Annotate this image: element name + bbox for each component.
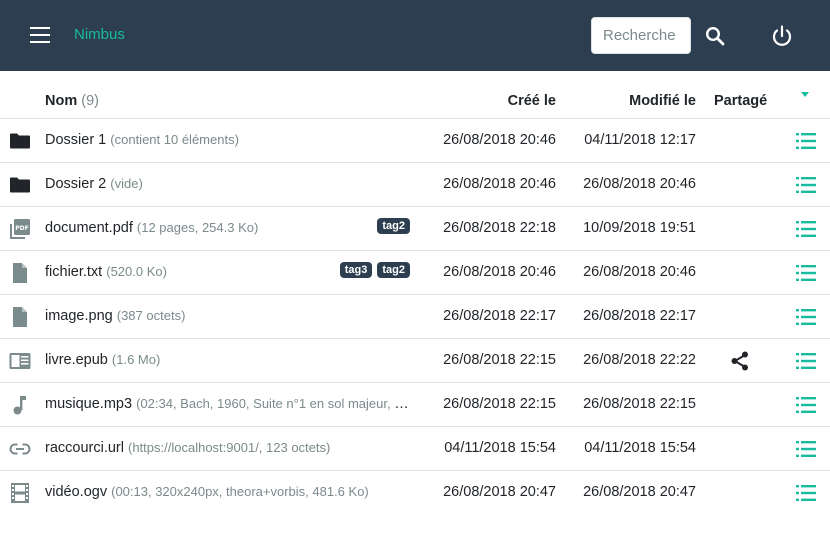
- created-date: 26/08/2018 20:46: [443, 132, 556, 148]
- file-meta: (https://localhost:9001/, 123 octets): [128, 440, 331, 455]
- table-row[interactable]: image.png (387 octets) 26/08/2018 22:17 26…: [0, 295, 830, 339]
- file-meta: (1.6 Mo): [111, 352, 161, 367]
- column-name-header[interactable]: Nom (9): [45, 93, 99, 109]
- file-meta: (520.0 Ko): [106, 264, 167, 279]
- tag-badge[interactable]: tag3: [339, 262, 373, 278]
- tag-badge[interactable]: tag2: [377, 218, 410, 234]
- app-title[interactable]: Nimbus: [74, 26, 125, 43]
- actions-list-icon[interactable]: [795, 219, 817, 239]
- file-name-cell: raccourci.url (https://localhost:9001/, …: [45, 440, 330, 456]
- link-icon: [9, 438, 31, 460]
- file-name-cell: image.png (387 octets): [45, 308, 185, 324]
- tag-list: tag2: [377, 218, 410, 234]
- file-link[interactable]: musique.mp3: [45, 396, 132, 412]
- video-film-icon: [9, 482, 31, 504]
- table-row[interactable]: raccourci.url (https://localhost:9001/, …: [0, 427, 830, 471]
- file-meta: (02:34, Bach, 1960, Suite n°1 en sol maj…: [136, 396, 413, 411]
- file-meta: (12 pages, 254.3 Ko): [136, 220, 259, 235]
- file-name-cell: Dossier 2 (vide): [45, 176, 143, 192]
- modified-date: 26/08/2018 20:46: [583, 264, 696, 280]
- file-name-cell: vidéo.ogv (00:13, 320x240px, theora+vorb…: [45, 484, 369, 500]
- modified-date: 26/08/2018 20:47: [583, 484, 696, 500]
- table-row[interactable]: PDF document.pdf (12 pages, 254.3 Ko) tag2…: [0, 207, 830, 251]
- modified-date: 26/08/2018 20:46: [583, 176, 696, 192]
- folder-icon: [9, 174, 31, 196]
- created-date: 04/11/2018 15:54: [444, 440, 556, 456]
- caret-down-icon[interactable]: [801, 92, 809, 97]
- file-table: Nom (9) Créé le Modifié le Partagé Dossi…: [0, 71, 830, 515]
- modified-date: 26/08/2018 22:22: [583, 352, 696, 368]
- svg-text:PDF: PDF: [15, 225, 28, 232]
- file-link[interactable]: raccourci.url: [45, 440, 124, 456]
- music-note-icon: [9, 394, 31, 416]
- book-icon: [9, 350, 31, 372]
- file-link[interactable]: image.png: [45, 308, 113, 324]
- actions-list-icon[interactable]: [795, 307, 817, 327]
- file-link[interactable]: livre.epub: [45, 352, 108, 368]
- created-date: 26/08/2018 20:46: [443, 264, 556, 280]
- table-row[interactable]: Dossier 2 (vide) 26/08/2018 20:46 26/08/20…: [0, 163, 830, 207]
- file-name-cell: fichier.txt (520.0 Ko): [45, 264, 167, 280]
- table-row[interactable]: vidéo.ogv (00:13, 320x240px, theora+vorb…: [0, 471, 830, 515]
- table-body: Dossier 1 (contient 10 éléments) 26/08/20…: [0, 119, 830, 515]
- folder-icon: [9, 130, 31, 152]
- tag-list: tag3 tag2: [339, 262, 410, 278]
- actions-list-icon[interactable]: [795, 483, 817, 503]
- modified-date: 26/08/2018 22:15: [583, 396, 696, 412]
- tag-badge[interactable]: tag2: [377, 262, 410, 278]
- file-meta: (contient 10 éléments): [110, 132, 239, 147]
- file-icon: [9, 306, 31, 328]
- column-created-header[interactable]: Créé le: [508, 93, 556, 109]
- hamburger-menu-icon[interactable]: [30, 27, 52, 45]
- file-link[interactable]: fichier.txt: [45, 264, 102, 280]
- created-date: 26/08/2018 22:15: [443, 352, 556, 368]
- pdf-icon: PDF: [9, 218, 31, 240]
- created-date: 26/08/2018 22:18: [443, 220, 556, 236]
- file-meta: (vide): [110, 176, 143, 191]
- column-modified-header[interactable]: Modifié le: [629, 93, 696, 109]
- file-name-cell: document.pdf (12 pages, 254.3 Ko): [45, 220, 258, 236]
- file-meta: (00:13, 320x240px, theora+vorbis, 481.6 …: [111, 484, 369, 499]
- table-row[interactable]: Dossier 1 (contient 10 éléments) 26/08/20…: [0, 119, 830, 163]
- actions-list-icon[interactable]: [795, 263, 817, 283]
- file-link[interactable]: vidéo.ogv: [45, 484, 107, 500]
- created-date: 26/08/2018 20:46: [443, 176, 556, 192]
- actions-list-icon[interactable]: [795, 351, 817, 371]
- file-meta: (387 octets): [116, 308, 186, 323]
- file-count: (9): [81, 93, 99, 109]
- column-shared-header[interactable]: Partagé: [714, 93, 767, 109]
- actions-list-icon[interactable]: [795, 175, 817, 195]
- file-link[interactable]: document.pdf: [45, 220, 133, 236]
- actions-list-icon[interactable]: [795, 131, 817, 151]
- table-header: Nom (9) Créé le Modifié le Partagé: [0, 71, 830, 119]
- table-row[interactable]: fichier.txt (520.0 Ko) tag3 tag2 26/08/2018…: [0, 251, 830, 295]
- table-row[interactable]: musique.mp3 (02:34, Bach, 1960, Suite n°…: [0, 383, 830, 427]
- modified-date: 26/08/2018 22:17: [583, 308, 696, 324]
- share-icon[interactable]: [729, 350, 751, 372]
- search-icon[interactable]: [703, 24, 727, 48]
- file-link[interactable]: Dossier 1: [45, 132, 106, 148]
- search-input[interactable]: [591, 17, 691, 54]
- created-date: 26/08/2018 20:47: [443, 484, 556, 500]
- created-date: 26/08/2018 22:15: [443, 396, 556, 412]
- file-icon: [9, 262, 31, 284]
- modified-date: 04/11/2018 12:17: [584, 132, 696, 148]
- table-row[interactable]: livre.epub (1.6 Mo) 26/08/2018 22:15 26/08…: [0, 339, 830, 383]
- file-name-cell: Dossier 1 (contient 10 éléments): [45, 132, 239, 148]
- modified-date: 04/11/2018 15:54: [584, 440, 696, 456]
- file-name-cell: livre.epub (1.6 Mo): [45, 352, 160, 368]
- navbar: Nimbus: [0, 0, 830, 71]
- actions-list-icon[interactable]: [795, 395, 817, 415]
- power-icon[interactable]: [769, 23, 795, 49]
- actions-list-icon[interactable]: [795, 439, 817, 459]
- file-name-cell: musique.mp3 (02:34, Bach, 1960, Suite n°…: [45, 396, 413, 412]
- modified-date: 10/09/2018 19:51: [583, 220, 696, 236]
- file-link[interactable]: Dossier 2: [45, 176, 106, 192]
- created-date: 26/08/2018 22:17: [443, 308, 556, 324]
